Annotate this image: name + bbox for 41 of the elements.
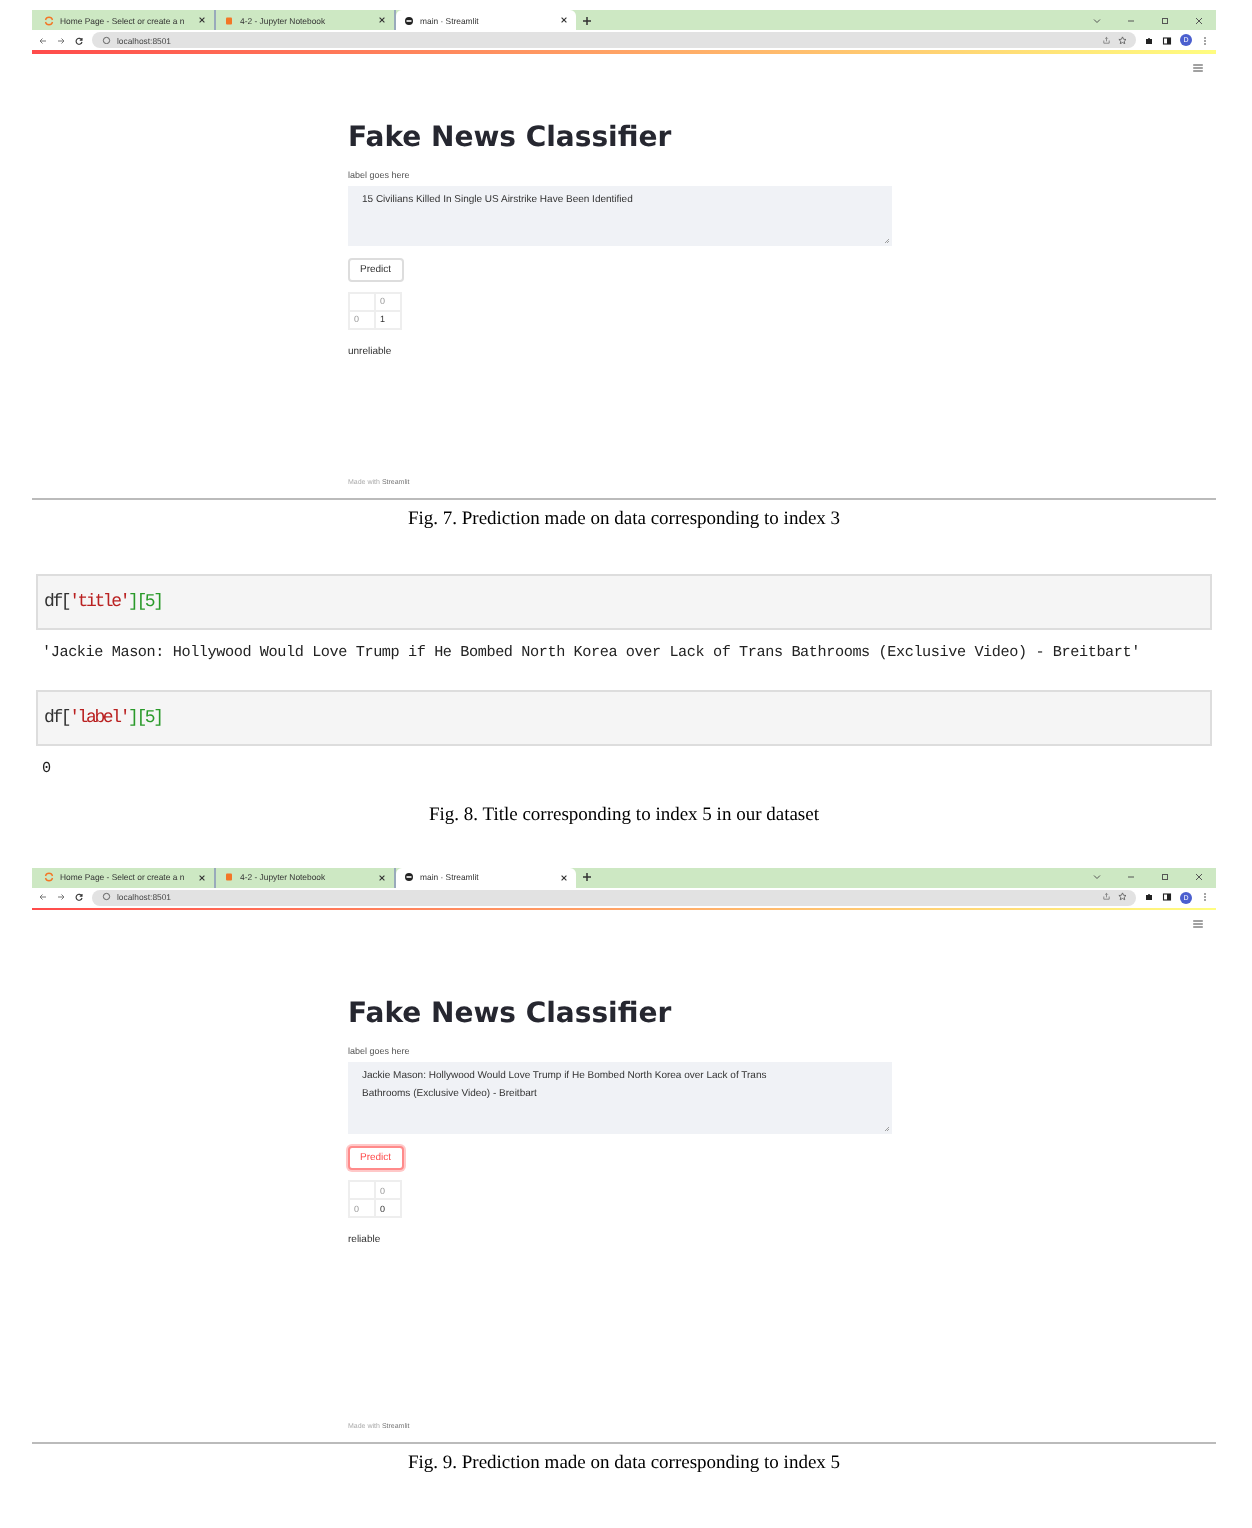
back-icon[interactable]: [38, 892, 48, 902]
figure-caption: Fig. 9. Prediction made on data corresponding to index 5: [405, 1452, 843, 1478]
close-icon[interactable]: [378, 16, 386, 24]
info-icon: [102, 35, 111, 45]
close-icon[interactable]: [378, 873, 386, 881]
reload-icon[interactable]: [74, 892, 84, 902]
restore-icon[interactable]: [1160, 15, 1170, 25]
info-icon: [102, 892, 111, 902]
book-icon: [224, 15, 234, 25]
figure-caption: Fig. 7. Prediction made on data corresponding to index 3: [405, 507, 843, 533]
code-cell[interactable]: df['title'][5]: [36, 573, 1212, 629]
star-icon[interactable]: [1117, 892, 1126, 902]
share-icon[interactable]: [1102, 892, 1111, 902]
new-tab-icon[interactable]: [582, 872, 592, 882]
menu-icon[interactable]: [1192, 918, 1204, 930]
close-icon[interactable]: [1194, 872, 1204, 882]
book-icon: [224, 872, 234, 882]
app-icon: [404, 872, 414, 882]
sidebar-icon[interactable]: [1162, 892, 1172, 902]
new-tab-icon[interactable]: [582, 15, 592, 25]
menu-icon[interactable]: [1192, 61, 1204, 73]
sidebar-icon[interactable]: [1162, 35, 1172, 45]
star-icon[interactable]: [1117, 35, 1126, 45]
close-icon[interactable]: [560, 16, 568, 24]
back-icon[interactable]: [38, 35, 48, 45]
reload-icon[interactable]: [74, 35, 84, 45]
app-icon: [404, 15, 414, 25]
forward-icon[interactable]: [56, 892, 66, 902]
ring-icon: [44, 15, 54, 25]
app-title: Fake News Classifier: [348, 998, 674, 1030]
close-icon[interactable]: [1194, 15, 1204, 25]
close-icon[interactable]: [560, 873, 568, 881]
app-title: Fake News Classifier: [348, 121, 674, 153]
share-icon[interactable]: [1102, 35, 1111, 45]
figure-caption: Fig. 8. Title corresponding to index 5 in our dataset: [426, 805, 821, 829]
forward-icon[interactable]: [56, 35, 66, 45]
restore-icon[interactable]: [1160, 872, 1170, 882]
ring-icon: [44, 872, 54, 882]
code-cell[interactable]: df['label'][5]: [36, 689, 1212, 745]
close-icon[interactable]: [198, 16, 206, 24]
close-icon[interactable]: [198, 873, 206, 881]
